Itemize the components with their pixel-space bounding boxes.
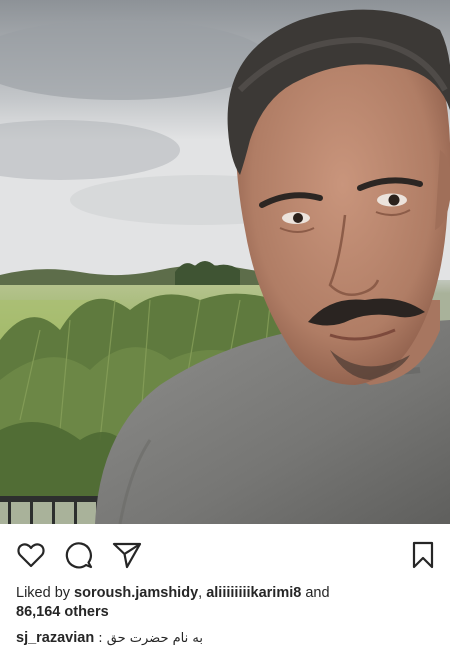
likes-separator: , xyxy=(198,585,207,601)
bookmark-icon xyxy=(412,541,434,569)
likes-others: others xyxy=(60,604,109,620)
likes-conjunction: and xyxy=(301,585,330,601)
speech-bubble-icon xyxy=(65,542,93,569)
caption: sj_razavian به نام حضرت حق : xyxy=(16,628,436,649)
likes-summary: Liked by soroush.jamshidy, aliiiiiiiikar… xyxy=(16,584,436,622)
share-button[interactable] xyxy=(112,540,142,570)
likes-count-link[interactable]: 86,164 others xyxy=(16,604,109,620)
caption-username[interactable]: sj_razavian xyxy=(16,630,94,646)
comment-button[interactable] xyxy=(64,540,94,570)
caption-text: به نام حضرت حق : xyxy=(98,631,203,646)
like-button[interactable] xyxy=(16,540,46,570)
photo-illustration xyxy=(0,0,450,524)
selfie-photo[interactable] xyxy=(0,0,450,524)
action-bar xyxy=(0,524,450,584)
paper-plane-icon xyxy=(112,542,142,569)
save-button[interactable] xyxy=(408,540,438,570)
likes-count: 86,164 xyxy=(16,604,61,620)
liked-by-user-link[interactable]: aliiiiiiiikarimi8 xyxy=(206,585,301,601)
likes-prefix: Liked by xyxy=(16,585,75,601)
liked-by-user-link[interactable]: soroush.jamshidy xyxy=(74,585,198,601)
instagram-post: Liked by soroush.jamshidy, aliiiiiiiikar… xyxy=(0,0,450,664)
heart-icon xyxy=(17,543,45,568)
